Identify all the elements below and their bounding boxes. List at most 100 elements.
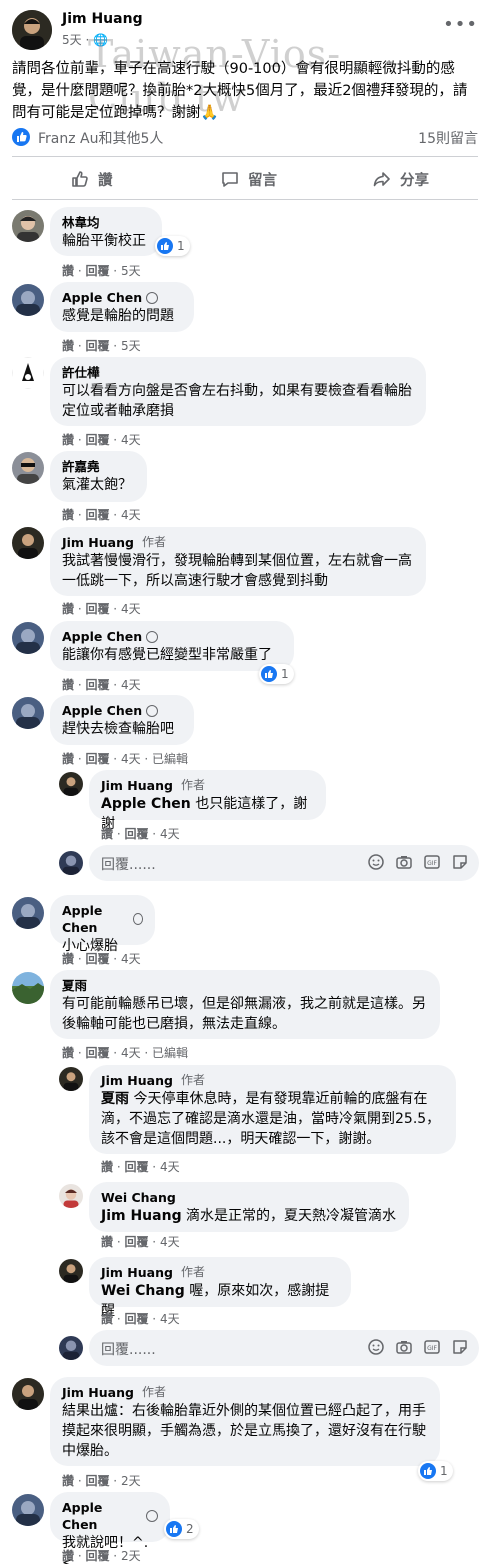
gif-icon[interactable]: GIF — [423, 853, 441, 871]
comment-time[interactable]: 4天 — [160, 1235, 180, 1249]
mention-link[interactable]: Apple Chen — [101, 796, 191, 812]
comment-author[interactable]: Apple Chen — [62, 628, 282, 645]
comment-author[interactable]: 夏雨 — [62, 977, 428, 994]
comment-reply-link[interactable]: 回覆 — [85, 1474, 109, 1488]
avatar[interactable] — [12, 1494, 44, 1526]
comment-like-link[interactable]: 讚 — [62, 264, 74, 278]
emoji-icon[interactable] — [367, 853, 385, 871]
comment-reply-link[interactable]: 回覆 — [85, 1046, 109, 1060]
comment-reply-link[interactable]: 回覆 — [85, 752, 109, 766]
comment-time[interactable]: 4天 — [121, 602, 141, 616]
comment-author[interactable]: Apple Chen — [62, 1499, 158, 1533]
comment-count[interactable]: 15則留言 — [418, 128, 478, 148]
comment-time[interactable]: 4天 — [160, 827, 180, 841]
comment-time[interactable]: 4天 — [121, 752, 141, 766]
gif-icon[interactable]: GIF — [423, 1338, 441, 1356]
comment-time[interactable]: 5天 — [121, 339, 141, 353]
comment-author[interactable]: Wei Chang — [101, 1189, 397, 1206]
comment-reply-link[interactable]: 回覆 — [85, 602, 109, 616]
comment-reactions[interactable]: 1 — [155, 236, 190, 256]
comment-author[interactable]: Jim Huang 作者 — [101, 777, 314, 794]
comment-like-link[interactable]: 讚 — [62, 508, 74, 522]
avatar[interactable] — [59, 1184, 83, 1208]
comment-like-link[interactable]: 讚 — [101, 1160, 113, 1174]
comment-author[interactable]: Jim Huang 作者 — [101, 1264, 339, 1281]
comment-reactions[interactable]: 1 — [259, 664, 294, 684]
comment-author[interactable]: Apple Chen — [62, 702, 182, 719]
avatar[interactable] — [12, 527, 44, 559]
comment-button[interactable]: 留言 — [220, 161, 277, 197]
comment-author[interactable]: 許仕樺 — [62, 364, 414, 381]
avatar[interactable] — [59, 772, 83, 796]
avatar[interactable] — [12, 622, 44, 654]
comment-author[interactable]: Jim Huang 作者 — [101, 1072, 444, 1089]
mention-link[interactable]: Wei Chang — [101, 1283, 185, 1299]
comment-reply-link[interactable]: 回覆 — [85, 264, 109, 278]
comment-like-link[interactable]: 讚 — [62, 602, 74, 616]
comment-like-link[interactable]: 讚 — [62, 1046, 74, 1060]
comment-like-link[interactable]: 讚 — [101, 1312, 113, 1326]
reply-input[interactable]: 回覆...... GIF — [89, 845, 479, 881]
comment-author[interactable]: Apple Chen — [62, 289, 182, 306]
comment-reply-link[interactable]: 回覆 — [85, 678, 109, 692]
post-author-avatar[interactable] — [12, 10, 52, 50]
comment-time[interactable]: 4天 — [121, 1046, 141, 1060]
avatar[interactable] — [12, 697, 44, 729]
share-button[interactable]: 分享 — [372, 161, 429, 197]
avatar[interactable] — [12, 897, 44, 929]
comment-time[interactable]: 4天 — [121, 678, 141, 692]
comment-like-link[interactable]: 讚 — [62, 433, 74, 447]
comment-author[interactable]: 許嘉堯 — [62, 458, 135, 475]
comment-reply-link[interactable]: 回覆 — [124, 1312, 148, 1326]
comment-author[interactable]: Jim Huang 作者 — [62, 534, 414, 551]
sticker-icon[interactable] — [451, 1338, 469, 1356]
avatar[interactable] — [12, 452, 44, 484]
comment-like-link[interactable]: 讚 — [101, 827, 113, 841]
camera-icon[interactable] — [395, 853, 413, 871]
comment-like-link[interactable]: 讚 — [62, 1474, 74, 1488]
comment-time[interactable]: 4天 — [121, 952, 141, 966]
avatar[interactable] — [12, 284, 44, 316]
avatar[interactable] — [12, 972, 44, 1004]
reply-input[interactable]: 回覆...... GIF — [89, 1330, 479, 1366]
camera-icon[interactable] — [395, 1338, 413, 1356]
comment-reply-link[interactable]: 回覆 — [85, 1549, 109, 1563]
comment-reply-link[interactable]: 回覆 — [124, 827, 148, 841]
like-button[interactable]: 讚 — [70, 161, 113, 197]
comment-reply-link[interactable]: 回覆 — [85, 508, 109, 522]
comment-author[interactable]: Apple Chen — [62, 902, 143, 936]
comment-time[interactable]: 4天 — [160, 1160, 180, 1174]
comment-reply-link[interactable]: 回覆 — [85, 339, 109, 353]
comment-author[interactable]: Jim Huang 作者 — [62, 1384, 428, 1401]
comment-reply-link[interactable]: 回覆 — [124, 1235, 148, 1249]
comment-reactions[interactable]: 1 — [418, 1461, 453, 1481]
comment-author[interactable]: 林韋均 — [62, 214, 150, 231]
comment-like-link[interactable]: 讚 — [62, 678, 74, 692]
comment-like-link[interactable]: 讚 — [62, 1549, 74, 1563]
comment-like-link[interactable]: 讚 — [62, 752, 74, 766]
post-author-name[interactable]: Jim Huang — [62, 11, 143, 27]
reaction-names[interactable]: Franz Au和其他5人 — [38, 128, 163, 148]
emoji-icon[interactable] — [367, 1338, 385, 1356]
comment-like-link[interactable]: 讚 — [101, 1235, 113, 1249]
comment-time[interactable]: 4天 — [121, 433, 141, 447]
comment-time[interactable]: 4天 — [160, 1312, 180, 1326]
avatar[interactable] — [59, 1067, 83, 1091]
comment-time[interactable]: 2天 — [121, 1474, 141, 1488]
comment-reply-link[interactable]: 回覆 — [124, 1160, 148, 1174]
avatar[interactable] — [12, 210, 44, 242]
reaction-summary[interactable]: Franz Au和其他5人 15則留言 — [12, 126, 478, 148]
comment-reply-link[interactable]: 回覆 — [85, 952, 109, 966]
avatar[interactable] — [12, 1378, 44, 1410]
comment-reply-link[interactable]: 回覆 — [85, 433, 109, 447]
comment-time[interactable]: 4天 — [121, 508, 141, 522]
comment-reactions[interactable]: 2 — [164, 1519, 199, 1539]
avatar[interactable] — [12, 357, 44, 389]
comment-like-link[interactable]: 讚 — [62, 339, 74, 353]
comment-time[interactable]: 5天 — [121, 264, 141, 278]
avatar[interactable] — [59, 1259, 83, 1283]
sticker-icon[interactable] — [451, 853, 469, 871]
mention-link[interactable]: 夏雨 — [101, 1091, 129, 1107]
comment-time[interactable]: 2天 — [121, 1549, 141, 1563]
comment-like-link[interactable]: 讚 — [62, 952, 74, 966]
